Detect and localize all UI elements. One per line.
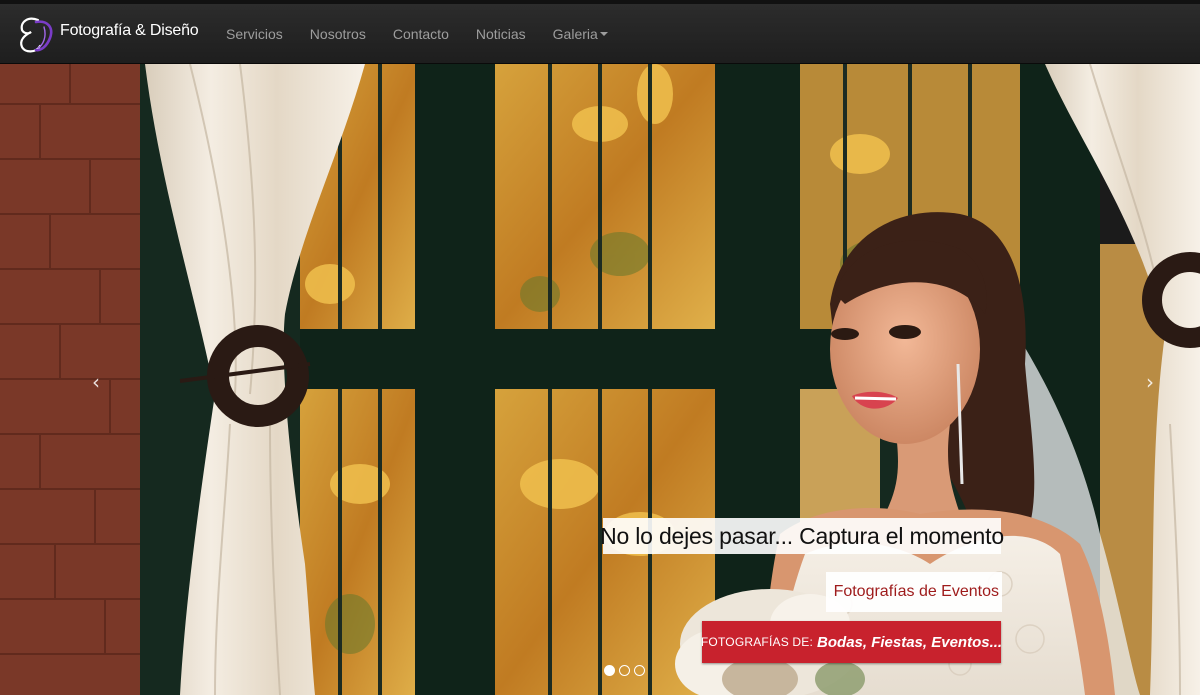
- nav-servicios-label: Servicios: [226, 25, 283, 42]
- nav-noticias[interactable]: Noticias: [462, 4, 539, 63]
- caption-subtitle: Fotografías de Eventos: [826, 572, 1002, 612]
- nav-servicios[interactable]: Servicios: [213, 4, 297, 63]
- brand-name: Fotografía & Diseño: [60, 21, 199, 39]
- carousel-indicators: [604, 665, 645, 676]
- carousel-indicator-2[interactable]: [619, 665, 630, 676]
- top-navbar: Fotografía & Diseño Servicios Nosotros C…: [0, 0, 1200, 64]
- nav-galeria-dropdown[interactable]: Galeria: [539, 4, 621, 63]
- nav-contacto[interactable]: Contacto: [379, 4, 462, 63]
- nav-noticias-label: Noticias: [475, 25, 526, 42]
- carousel-indicator-1[interactable]: [604, 665, 615, 676]
- cta-prefix: FOTOGRAFÍAS DE:: [700, 635, 814, 649]
- nav-contacto-label: Contacto: [392, 25, 449, 42]
- main-nav: Servicios Nosotros Contacto Noticias Gal…: [213, 4, 622, 63]
- nav-nosotros-label: Nosotros: [309, 25, 366, 42]
- hero-carousel: ‹ › No lo dejes pasar... Captura el mome…: [0, 64, 1200, 695]
- carousel-indicator-3[interactable]: [634, 665, 645, 676]
- nav-galeria-label: Galeria: [552, 25, 598, 42]
- carousel-next-icon[interactable]: ›: [1146, 370, 1154, 394]
- caret-down-icon: [599, 31, 608, 36]
- cta-emphasis: Bodas, Fiestas, Eventos...: [817, 633, 1003, 651]
- carousel-prev-icon[interactable]: ‹: [92, 370, 100, 394]
- ej-monogram-logo-icon: [20, 17, 53, 52]
- bride-window-photo: [0, 64, 1200, 695]
- nav-nosotros[interactable]: Nosotros: [296, 4, 379, 63]
- caption-headline: No lo dejes pasar... Captura el momento: [600, 518, 1004, 554]
- brand-link[interactable]: Fotografía & Diseño: [0, 4, 199, 63]
- event-types-button[interactable]: FOTOGRAFÍAS DE: Bodas, Fiestas, Eventos.…: [700, 621, 1003, 663]
